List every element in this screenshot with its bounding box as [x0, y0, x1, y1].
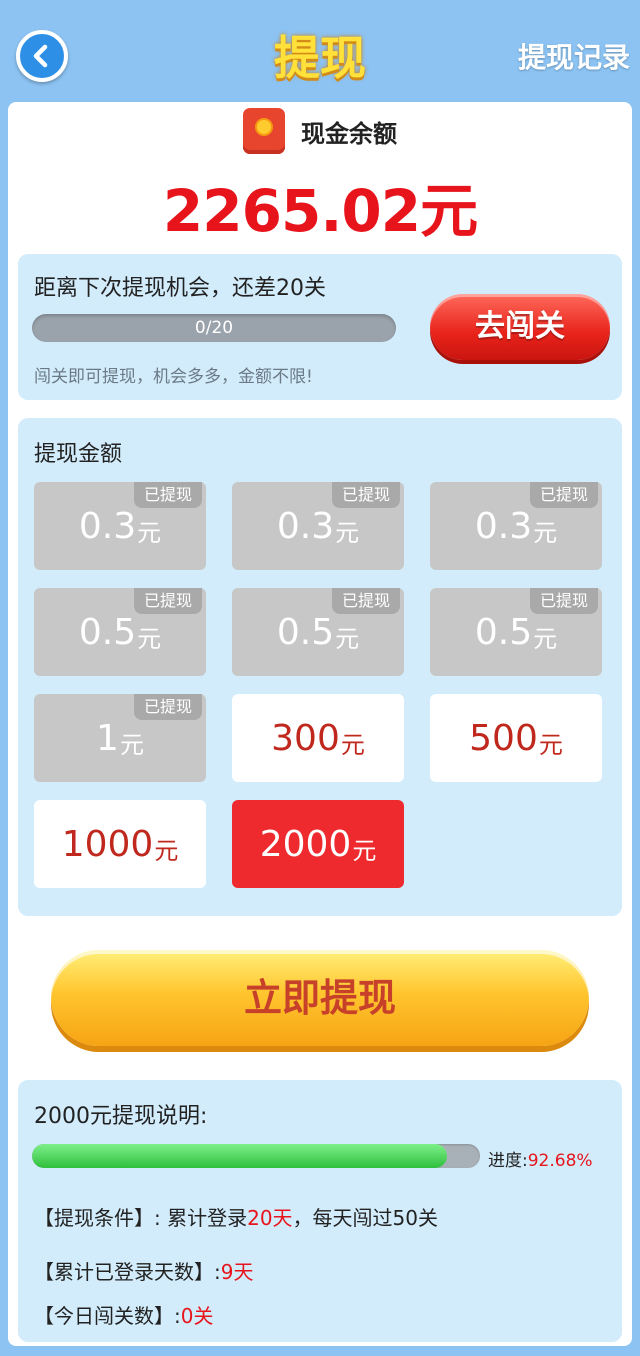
condition-pre: 累计登录: [167, 1206, 248, 1230]
amount-option[interactable]: 1 元 已提现: [34, 694, 206, 782]
amount-unit: 元: [533, 624, 558, 653]
amount-option[interactable]: 2000 元: [232, 800, 404, 888]
amount-option[interactable]: 0.5 元 已提现: [232, 588, 404, 676]
amount-unit: 元: [533, 518, 558, 547]
amount-value: 1: [96, 717, 119, 759]
amount-option[interactable]: 1000 元: [34, 800, 206, 888]
today-levels-line: 【今日闯关数】:0关: [34, 1300, 213, 1329]
login-value: 9天: [220, 1260, 254, 1284]
next-chance-text: 距离下次提现机会，还差20关: [34, 276, 326, 301]
chance-note: 闯关即可提现，机会多多，金额不限!: [34, 367, 313, 387]
login-days-line: 【累计已登录天数】:9天: [34, 1256, 253, 1285]
red-wallet-icon: [243, 108, 285, 154]
amount-unit: 元: [335, 518, 360, 547]
balance-header: 现金余额: [8, 108, 632, 154]
main-panel: 现金余额 2265.02元 距离下次提现机会，还差20关 0/20 闯关即可提现…: [8, 102, 632, 1346]
header: 提现 提现记录: [0, 0, 640, 104]
amount-value: 300: [271, 717, 340, 759]
explain-progress-fill: [32, 1144, 448, 1168]
amount-value: 0.3: [474, 505, 533, 547]
withdrawn-tag: 已提现: [331, 588, 400, 614]
amount-option[interactable]: 0.3 元 已提现: [34, 482, 206, 570]
amount-unit: 元: [137, 624, 162, 653]
level-progress-bar: 0/20: [32, 314, 396, 342]
amount-value: 0.5: [78, 611, 137, 653]
amount-value: 0.3: [276, 505, 335, 547]
amount-unit: 元: [154, 836, 179, 865]
amount-option[interactable]: 0.5 元 已提现: [430, 588, 602, 676]
withdrawn-tag: 已提现: [529, 588, 598, 614]
amount-option[interactable]: 300 元: [232, 694, 404, 782]
amount-unit: 元: [538, 730, 563, 759]
withdrawn-tag: 已提现: [133, 694, 202, 720]
amount-option[interactable]: 500 元: [430, 694, 602, 782]
condition-line: 【提现条件】: 累计登录20天，每天闯过50关: [34, 1202, 438, 1231]
amount-unit: 元: [119, 730, 144, 759]
amount-value: 0.5: [276, 611, 335, 653]
amount-unit: 元: [335, 624, 360, 653]
next-chance-card: 距离下次提现机会，还差20关 0/20 闯关即可提现，机会多多，金额不限! 去闯…: [18, 254, 622, 400]
condition-post: ，每天闯过50关: [292, 1206, 439, 1230]
amount-value: 1000: [61, 823, 154, 865]
amount-unit: 元: [340, 730, 365, 759]
withdrawn-tag: 已提现: [331, 482, 400, 508]
withdrawn-tag: 已提现: [133, 482, 202, 508]
amount-value: 2000: [259, 823, 352, 865]
amount-unit: 元: [137, 518, 162, 547]
balance-amount: 2265.02元: [162, 177, 478, 245]
progress-value: 92.68%: [527, 1151, 593, 1171]
withdraw-record-link[interactable]: 提现记录: [518, 36, 630, 76]
login-label: 【累计已登录天数】:: [34, 1260, 221, 1284]
today-label: 【今日闯关数】:: [34, 1304, 181, 1328]
explain-progress-bar: [32, 1144, 480, 1168]
progress-label: 进度:: [488, 1151, 528, 1171]
level-progress-text: 0/20: [194, 318, 234, 338]
balance-label: 现金余额: [301, 119, 397, 148]
withdrawn-tag: 已提现: [133, 588, 202, 614]
condition-days: 20天: [247, 1206, 293, 1230]
explain-progress-text: 进度:92.68%: [488, 1146, 593, 1171]
go-level-button[interactable]: 去闯关: [430, 294, 610, 360]
amount-value: 500: [469, 717, 538, 759]
amount-title: 提现金额: [34, 442, 123, 467]
amount-unit: 元: [352, 836, 377, 865]
condition-label: 【提现条件】:: [34, 1206, 161, 1230]
amount-option[interactable]: 0.3 元 已提现: [430, 482, 602, 570]
explain-title: 2000元提现说明:: [34, 1104, 208, 1129]
amount-option[interactable]: 0.3 元 已提现: [232, 482, 404, 570]
amount-value: 0.3: [78, 505, 137, 547]
amount-option[interactable]: 0.5 元 已提现: [34, 588, 206, 676]
amount-value: 0.5: [474, 611, 533, 653]
explain-card: 2000元提现说明: 进度:92.68% 【提现条件】: 累计登录20天，每天闯…: [18, 1080, 622, 1342]
amount-card: 提现金额 0.3 元已提现 0.3 元已提现 0.3 元已提现 0.5 元已提现 0.5 元已提现…: [18, 418, 622, 916]
cashout-button[interactable]: 立即提现: [51, 950, 589, 1046]
withdrawn-tag: 已提现: [529, 482, 598, 508]
today-value: 0关: [180, 1304, 214, 1328]
